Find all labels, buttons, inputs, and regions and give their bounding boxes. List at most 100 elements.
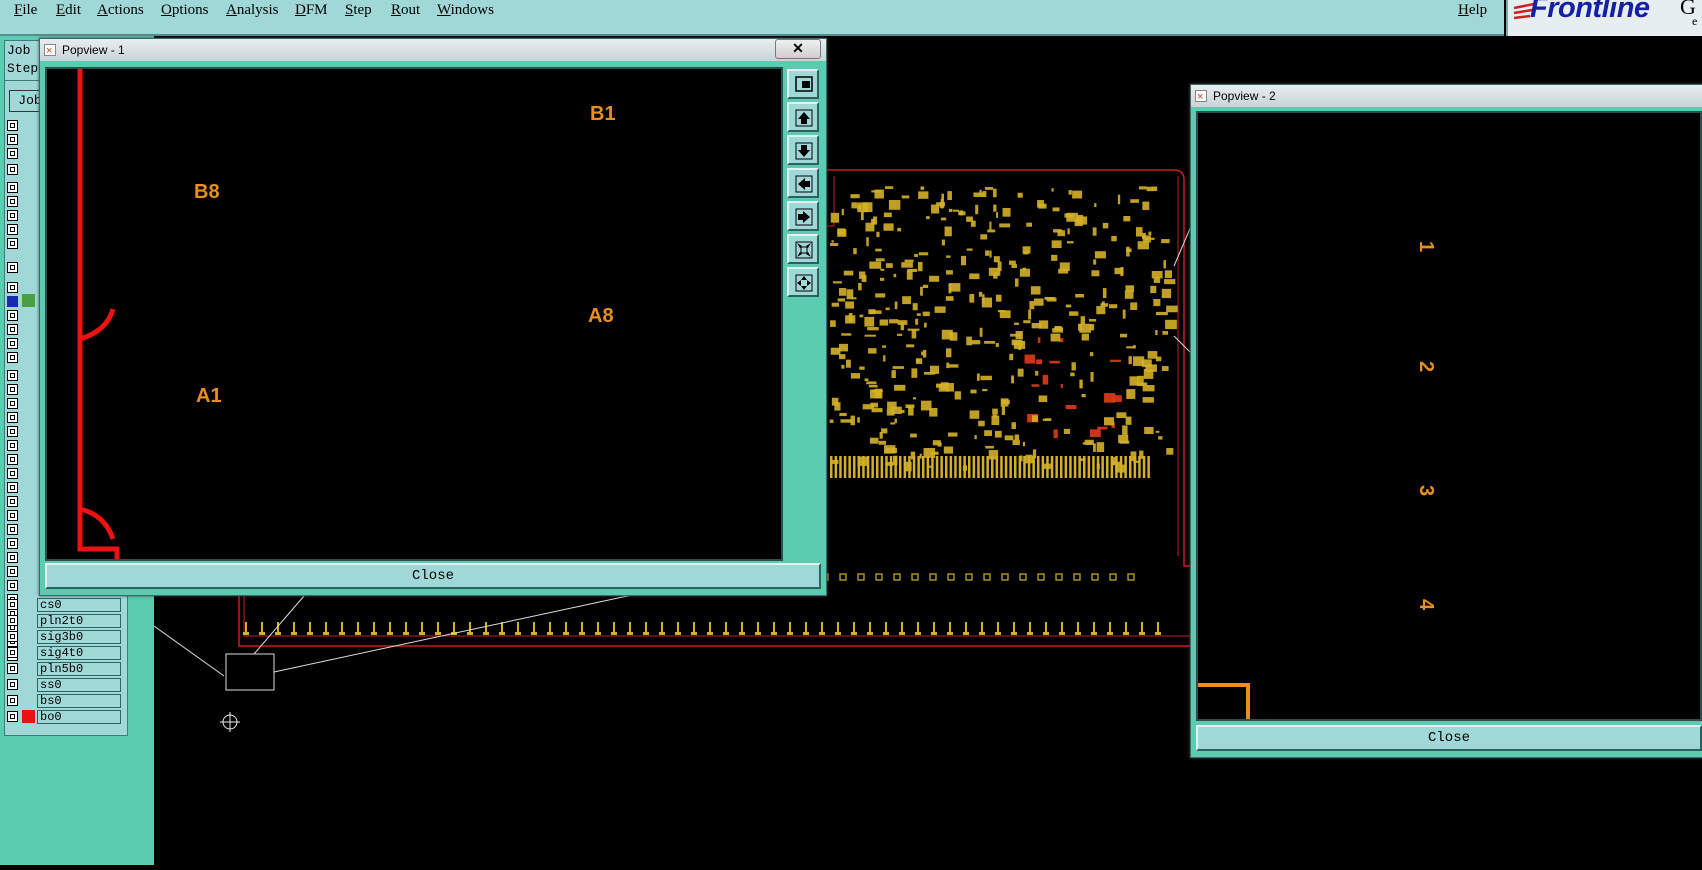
layer-checkbox[interactable] [7,412,18,423]
layer-checkbox[interactable] [7,210,18,221]
active-layer-marker [7,296,18,307]
layer-checkbox[interactable] [7,196,18,207]
zoom-in-button[interactable] [787,267,819,297]
layer-checkbox[interactable] [7,398,18,409]
layer-checkbox[interactable] [7,182,18,193]
layer-checkbox[interactable] [7,510,18,521]
menu-actions[interactable]: Actions [97,0,144,20]
layer-checkbox[interactable] [7,164,18,175]
menu-options[interactable]: Options [161,0,209,20]
menu-analysis[interactable]: Analysis [226,0,279,20]
app-window-icon [44,40,56,62]
popview-2-window[interactable]: Popview - 2 1 2 3 4 Close [1190,84,1702,758]
pin-label-2: 2 [1415,360,1438,373]
menu-step[interactable]: Step [345,0,372,20]
layer-checkbox[interactable] [7,282,18,293]
app-window-icon [1195,86,1207,108]
logo-extra-text-2: e [1692,14,1698,28]
layer-name-pln5b0[interactable]: pln5b0 [37,662,121,676]
popview-1-close-button[interactable]: Close [45,563,821,589]
layer-checkbox[interactable] [7,695,18,706]
layer-checkbox[interactable] [7,580,18,591]
zoom-out-button[interactable] [787,234,819,264]
step-label: Step [7,61,39,76]
job-label: Job [7,43,31,58]
pin-label-a1: A1 [196,385,222,407]
layer-checkbox[interactable] [7,148,18,159]
pan-left-icon [795,175,813,193]
pin-label-1: 1 [1415,240,1438,253]
layer-checkbox[interactable] [7,224,18,235]
zoom-in-icon [795,274,813,292]
zoom-fit-icon [795,76,813,92]
pan-up-icon [795,109,813,127]
menu-windows[interactable]: Windows [437,0,494,20]
layer-name-pln2t0[interactable]: pln2t0 [37,614,121,628]
layer-checkbox[interactable] [7,440,18,451]
layer-checkbox[interactable] [7,338,18,349]
layer-name-sig3b0[interactable]: sig3b0 [37,630,121,644]
layer-name-ss0[interactable]: ss0 [37,678,121,692]
popview-1-close-x-button[interactable]: ✕ [775,39,821,59]
layer-name-bo0[interactable]: bo0 [37,710,121,724]
popview-1-canvas[interactable]: B1 B8 A8 A1 [45,67,783,561]
menu-rout[interactable]: Rout [391,0,420,20]
popview-2-close-button[interactable]: Close [1196,725,1702,751]
menu-help[interactable]: Help [1458,0,1487,20]
layer-checkbox[interactable] [7,426,18,437]
pin-label-4: 4 [1415,598,1438,611]
layer-checkbox[interactable] [7,552,18,563]
layer-checkbox[interactable] [7,647,18,658]
layer-checkbox[interactable] [7,538,18,549]
pan-right-button[interactable] [787,201,819,231]
layer-checkbox[interactable] [7,615,18,626]
layer-checkbox[interactable] [7,324,18,335]
layer-name-sig4t0[interactable]: sig4t0 [37,646,121,660]
layer-checkbox[interactable] [7,384,18,395]
popview-1-window[interactable]: Popview - 1 ✕ B1 B8 A8 A1 Close [39,38,827,596]
layer-checkbox[interactable] [7,134,18,145]
menu-bar: File Edit Actions Options Analysis DFM S… [0,0,1504,36]
menu-edit[interactable]: Edit [56,0,81,20]
popview-2-canvas[interactable]: 1 2 3 4 [1196,111,1702,721]
layer-checkbox[interactable] [7,262,18,273]
layer-color-swatch [22,710,35,723]
layer-checkbox[interactable] [7,352,18,363]
logo: Frontline G e [1506,0,1702,36]
pan-down-button[interactable] [787,135,819,165]
popview-2-title: Popview - 2 [1213,89,1276,103]
pin-label-b1: B1 [590,103,616,125]
layer-checkbox[interactable] [7,679,18,690]
popview-2-titlebar[interactable]: Popview - 2 [1191,85,1702,108]
pin-label-a8: A8 [588,305,614,327]
layer-checkbox[interactable] [7,496,18,507]
layer-checkbox[interactable] [7,566,18,577]
pan-right-icon [795,208,813,226]
layer-checkbox[interactable] [7,711,18,722]
layer-name-cs0[interactable]: cs0 [37,598,121,612]
popview-1-toolbar [787,67,821,561]
layer-checkbox[interactable] [7,631,18,642]
popview-1-title: Popview - 1 [62,43,125,57]
zoom-fit-button[interactable] [787,69,819,99]
menu-dfm[interactable]: DFM [295,0,328,20]
layer-checkbox[interactable] [7,524,18,535]
pin-label-3: 3 [1415,484,1438,497]
pin-label-b8: B8 [194,181,220,203]
layer-name-bs0[interactable]: bs0 [37,694,121,708]
pan-up-button[interactable] [787,102,819,132]
layer-checkbox[interactable] [7,238,18,249]
layer-checkbox[interactable] [7,454,18,465]
layer-checkbox[interactable] [7,482,18,493]
layer-checkbox[interactable] [7,468,18,479]
popview-1-graphic [77,69,120,559]
popview-1-titlebar[interactable]: Popview - 1 ✕ [40,39,826,62]
layer-checkbox[interactable] [7,310,18,321]
menu-file[interactable]: File [14,0,37,20]
layer-checkbox[interactable] [7,663,18,674]
layer-checkbox[interactable] [7,599,18,610]
layer-checkbox[interactable] [7,370,18,381]
layer-checkbox[interactable] [7,120,18,131]
zoom-out-icon [795,241,813,259]
pan-left-button[interactable] [787,168,819,198]
